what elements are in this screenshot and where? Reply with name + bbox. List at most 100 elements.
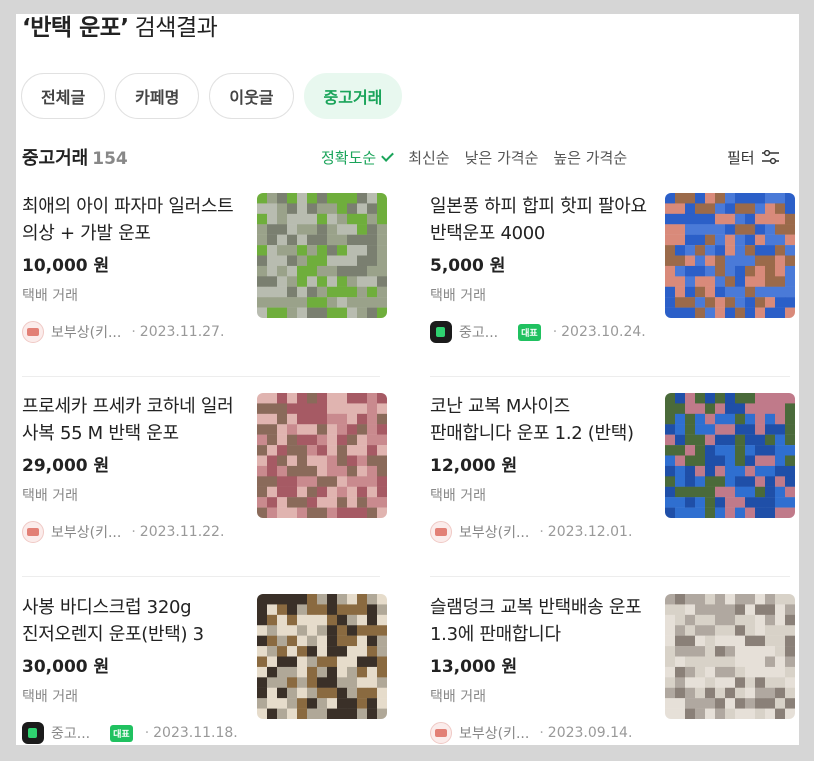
product-text: 사봉 바디스크럽 320g 진저오렌지 운포(반택) 3 30,000 원 택배…: [22, 594, 240, 706]
product-price: 30,000 원: [22, 657, 110, 677]
product-image: [665, 393, 795, 518]
delivery-type: 택배 거래: [22, 689, 78, 705]
product-card[interactable]: 코난 교복 M사이즈 판매합니다 운포 1.2 (반택) 12,000 원 택배…: [430, 393, 795, 573]
delivery-type: 택배 거래: [430, 488, 486, 504]
cafe-name[interactable]: 중고...: [51, 723, 90, 743]
product-card[interactable]: 일본풍 하피 합피 핫피 팔아요 반택운포 4000 5,000 원 택배 거래…: [430, 193, 795, 373]
row-divider: [22, 576, 380, 577]
product-card[interactable]: 슬램덩크 교복 반택배송 운포 1.3에 판매합니다 13,000 원 택배 거…: [430, 594, 795, 745]
product-text: 프로세카 프세카 코하네 일러 사복 55 M 반택 운포 29,000 원 택…: [22, 393, 240, 505]
separator-dot: ·: [131, 324, 136, 340]
tab-neighbor-posts[interactable]: 이웃글: [209, 73, 294, 119]
search-result-title: ‘반택 운포’ 검색결과: [22, 14, 218, 42]
cafe-avatar[interactable]: [430, 722, 452, 744]
product-meta: 보부상(키... · 2023.11.22.: [22, 521, 224, 543]
product-price: 5,000 원: [430, 256, 506, 276]
product-text: 코난 교복 M사이즈 판매합니다 운포 1.2 (반택) 12,000 원 택배…: [430, 393, 648, 505]
product-title[interactable]: 슬램덩크 교복 반택배송 운포 1.3에 판매합니다: [430, 594, 648, 648]
product-image: [257, 393, 387, 518]
product-title[interactable]: 코난 교복 M사이즈 판매합니다 운포 1.2 (반택): [430, 393, 648, 447]
sort-accuracy-label: 정확도순: [321, 149, 377, 167]
delivery-type: 택배 거래: [22, 288, 78, 304]
filter-button[interactable]: 필터: [727, 147, 779, 168]
product-image: [665, 193, 795, 318]
post-date: 2023.11.27.: [139, 324, 225, 340]
sort-low-price[interactable]: 낮은 가격순: [465, 147, 539, 168]
product-image: [665, 594, 795, 719]
separator-dot: ·: [144, 725, 150, 741]
separator-dot: ·: [552, 324, 558, 340]
product-meta: 보부상(키... · 2023.11.27.: [22, 321, 224, 343]
cafe-name[interactable]: 중고...: [459, 322, 498, 342]
tab-used-trade[interactable]: 중고거래: [303, 73, 403, 119]
delivery-type: 택배 거래: [22, 488, 78, 504]
product-card[interactable]: 사봉 바디스크럽 320g 진저오렌지 운포(반택) 3 30,000 원 택배…: [22, 594, 387, 745]
post-date: 2023.10.24.: [561, 324, 646, 340]
cafe-avatar[interactable]: [430, 321, 452, 343]
row-divider: [22, 376, 380, 377]
delivery-type: 택배 거래: [430, 288, 486, 304]
product-thumbnail[interactable]: [257, 393, 387, 518]
filter-label: 필터: [727, 149, 755, 167]
check-icon: [381, 149, 395, 162]
product-price: 10,000 원: [22, 256, 110, 276]
section-title: 중고거래 154: [22, 144, 128, 170]
section-title-label: 중고거래: [22, 148, 89, 169]
representative-badge: 대표: [110, 724, 133, 742]
product-price: 29,000 원: [22, 456, 110, 476]
product-card[interactable]: 프로세카 프세카 코하네 일러 사복 55 M 반택 운포 29,000 원 택…: [22, 393, 387, 573]
product-meta: 중고... 대표 · 2023.10.24.: [430, 321, 646, 343]
cafe-name[interactable]: 보부상(키...: [51, 522, 121, 542]
post-date: 2023.11.22.: [139, 524, 225, 540]
cafe-name[interactable]: 보부상(키...: [459, 522, 529, 542]
product-title[interactable]: 사봉 바디스크럽 320g 진저오렌지 운포(반택) 3: [22, 594, 240, 648]
product-meta: 보부상(키... · 2023.09.14.: [430, 722, 632, 744]
post-date: 2023.09.14.: [547, 725, 633, 741]
cafe-avatar[interactable]: [430, 521, 452, 543]
separator-dot: ·: [539, 524, 544, 540]
product-title[interactable]: 일본풍 하피 합피 핫피 팔아요 반택운포 4000: [430, 193, 648, 247]
separator-dot: ·: [539, 725, 544, 741]
product-title[interactable]: 최애의 아이 파자마 일러스트 의상 + 가발 운포: [22, 193, 240, 247]
product-card[interactable]: 최애의 아이 파자마 일러스트 의상 + 가발 운포 10,000 원 택배 거…: [22, 193, 387, 373]
sort-options: 정확도순 최신순 낮은 가격순 높은 가격순: [321, 147, 642, 168]
search-results-panel: ‘반택 운포’ 검색결과 전체글 카페명 이웃글 중고거래 중고거래 154 정확도…: [16, 14, 799, 745]
row-divider: [430, 376, 790, 377]
representative-badge: 대표: [518, 323, 541, 341]
cafe-name[interactable]: 보부상(키...: [51, 322, 121, 342]
product-image: [257, 193, 387, 318]
cafe-avatar[interactable]: [22, 321, 44, 343]
search-keyword: ‘반택 운포’: [22, 15, 129, 41]
product-price: 12,000 원: [430, 456, 518, 476]
result-count: 154: [92, 149, 128, 169]
product-thumbnail[interactable]: [257, 594, 387, 719]
delivery-type: 택배 거래: [430, 689, 486, 705]
row-divider: [430, 576, 790, 577]
cafe-name[interactable]: 보부상(키...: [459, 723, 529, 743]
product-thumbnail[interactable]: [665, 193, 795, 318]
product-thumbnail[interactable]: [665, 393, 795, 518]
sort-high-price[interactable]: 높은 가격순: [553, 147, 627, 168]
separator-dot: ·: [131, 524, 136, 540]
product-text: 일본풍 하피 합피 핫피 팔아요 반택운포 4000 5,000 원 택배 거래: [430, 193, 648, 305]
tab-all-posts[interactable]: 전체글: [21, 73, 106, 119]
post-date: 2023.12.01.: [547, 524, 633, 540]
product-image: [257, 594, 387, 719]
product-title[interactable]: 프로세카 프세카 코하네 일러 사복 55 M 반택 운포: [22, 393, 240, 447]
product-text: 최애의 아이 파자마 일러스트 의상 + 가발 운포 10,000 원 택배 거…: [22, 193, 240, 305]
search-result-suffix: 검색결과: [134, 15, 218, 41]
product-thumbnail[interactable]: [665, 594, 795, 719]
filter-sliders-icon: [761, 150, 779, 165]
sort-latest[interactable]: 최신순: [408, 147, 449, 168]
cafe-avatar[interactable]: [22, 521, 44, 543]
product-text: 슬램덩크 교복 반택배송 운포 1.3에 판매합니다 13,000 원 택배 거…: [430, 594, 648, 706]
product-thumbnail[interactable]: [257, 193, 387, 318]
product-meta: 보부상(키... · 2023.12.01.: [430, 521, 632, 543]
cafe-avatar[interactable]: [22, 722, 44, 744]
tab-cafe-name[interactable]: 카페명: [115, 73, 200, 119]
product-price: 13,000 원: [430, 657, 518, 677]
post-date: 2023.11.18.: [153, 725, 238, 741]
category-tabs: 전체글 카페명 이웃글 중고거래: [21, 73, 403, 119]
section-header: 중고거래 154 정확도순 최신순 낮은 가격순 높은 가격순 필터: [22, 144, 782, 170]
sort-accuracy[interactable]: 정확도순: [321, 147, 395, 168]
